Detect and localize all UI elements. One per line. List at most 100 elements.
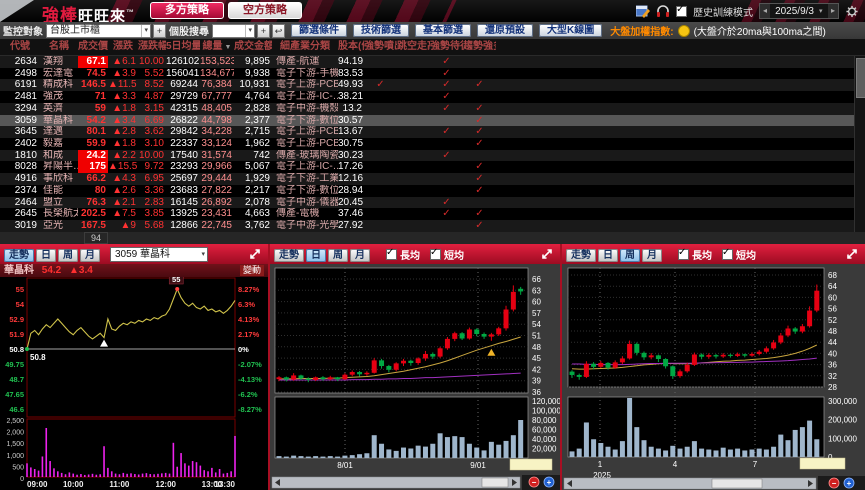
short-strategy-button[interactable]: 空方策略 <box>228 2 302 19</box>
svg-text:44: 44 <box>828 338 837 347</box>
column-header[interactable]: 名稱 <box>40 39 78 55</box>
tab-week-panel2[interactable]: 周 <box>328 249 348 262</box>
tab-week-panel1[interactable]: 周 <box>58 249 78 262</box>
cell-total-volume: 48,405 <box>201 102 232 114</box>
table-row[interactable]: 3294 英濟 59 ▲1.8 3.15 42315 48,405 2,828 電子中游-機殼 1… <box>0 102 865 115</box>
tab-day-panel2[interactable]: 日 <box>306 249 326 262</box>
date-picker[interactable]: ◂ 2025/9/3 ▾ ▸ <box>759 3 839 19</box>
tab-trend-panel1[interactable]: 走勢 <box>4 249 34 262</box>
svg-text:0%: 0% <box>238 345 249 354</box>
table-row[interactable]: 3019 亞光 167.5 ▲9 5.68 12866 22,745 3,762 電子中游-光學… <box>0 220 865 232</box>
column-header[interactable]: 漲跌幅 <box>138 39 166 55</box>
date-value[interactable]: 2025/9/3 <box>770 6 819 17</box>
column-header[interactable]: 強勢待行 <box>430 39 463 55</box>
table-row[interactable]: 1810 和成 24.2 ▲2.2 10.00 17540 31,574 742 傳產-玻璃陶瓷… <box>0 149 865 162</box>
monitor-target-select[interactable]: 台股上市櫃 ▾ <box>46 23 151 38</box>
tab-trend-panel3[interactable]: 走勢 <box>566 249 596 262</box>
table-row[interactable]: 2634 漢翔 67.1 ▲6.1 10.00 126102 153,523 9,895 傳產-… <box>0 56 865 68</box>
tab-day-panel3[interactable]: 日 <box>598 249 618 262</box>
expand-icon[interactable] <box>540 247 554 261</box>
tab-month-panel3[interactable]: 月 <box>642 249 662 262</box>
table-row[interactable]: 2645 長榮航太202.5 ▲7.5 3.85 1392523,431 4,663 傳產-… <box>0 208 865 221</box>
cell-name: 盟立 <box>43 196 63 208</box>
cell-code: 2645 <box>14 208 37 220</box>
toolbar-button-2[interactable]: 基本篩選 <box>415 24 471 37</box>
svg-text:09:00: 09:00 <box>27 480 48 489</box>
cell-change: ▲15.5 <box>108 161 138 173</box>
toolbar-button-3[interactable]: 還原預設 <box>477 24 533 37</box>
date-prev-button[interactable]: ◂ <box>760 4 771 18</box>
date-next-button[interactable]: ▸ <box>828 4 838 18</box>
chevron-down-icon[interactable]: ▾ <box>201 248 207 261</box>
table-vertical-scrollbar[interactable] <box>854 56 865 232</box>
ma-checkbox-option[interactable]: 長均 <box>386 247 420 262</box>
column-header[interactable]: 細產業分類 <box>272 39 338 55</box>
tab-trend-panel2[interactable]: 走勢 <box>274 249 304 262</box>
column-header[interactable]: 成交金額(百萬) <box>234 39 272 55</box>
column-header[interactable]: 成交價 <box>78 39 108 55</box>
expand-icon[interactable] <box>845 247 859 261</box>
ma-checkbox-option[interactable]: 短均 <box>430 247 464 262</box>
table-row[interactable]: 8028 昇陽半…175▲15.5 9.72 2329329,966 5,067 電子上游… <box>0 161 865 174</box>
history-mode-checkbox[interactable] <box>676 4 688 17</box>
stock-search-input[interactable]: ▾ <box>212 23 255 38</box>
toolbar-button-1[interactable]: 技術篩選 <box>353 24 409 37</box>
table-row[interactable]: 3645 達邁 80.1 ▲2.8 3.62 29842 34,228 2,715 電子上游-P… <box>0 126 865 139</box>
scrollbar-handle[interactable] <box>856 58 865 98</box>
weekly-panel-header: 走勢日周月 長均 短均 <box>562 244 865 264</box>
column-header[interactable]: 總量 ▼ <box>200 39 234 55</box>
table-header[interactable]: 代號名稱成交價漲跌漲跌幅5日均量總量▼成交金額(百萬)細產業分類股本(億)強勢噴… <box>0 39 865 56</box>
monitor-add-button[interactable]: + <box>153 23 166 38</box>
column-header[interactable]: 強勢噴出 <box>364 39 397 55</box>
checkbox-icon[interactable] <box>430 247 441 260</box>
column-header[interactable]: 漲跌 <box>108 39 138 55</box>
tab-week-panel3[interactable]: 周 <box>620 249 640 262</box>
column-header[interactable]: 趨勢強多 <box>463 39 496 55</box>
checkbox-icon[interactable] <box>678 247 689 260</box>
tab-month-panel2[interactable]: 月 <box>350 249 370 262</box>
cell-capital: 17.26 <box>338 161 364 173</box>
column-header[interactable]: 代號 <box>0 39 40 55</box>
column-header[interactable]: 5日均量 <box>166 39 200 55</box>
svg-text:52.9: 52.9 <box>9 315 24 324</box>
report-icon[interactable] <box>635 5 651 18</box>
toolbar-button-4[interactable]: 大型K線圖 <box>539 24 603 37</box>
search-add-button[interactable]: + <box>257 23 270 38</box>
svg-text:500: 500 <box>12 464 24 471</box>
table-row[interactable]: 2402 毅嘉 59.9 ▲1.8 3.10 22337 33,124 1,962 電子上游-P… <box>0 138 865 150</box>
stock-select-dropdown[interactable]: 3059 華晶科 ▾ <box>110 246 208 262</box>
headset-icon[interactable] <box>656 4 670 18</box>
intraday-change-label: 變動 <box>239 265 264 276</box>
table-row[interactable]: 2481 強茂 71 ▲3.3 4.87 29729 67,777 4,764 電子上游-IC-… <box>0 91 865 103</box>
table-row[interactable]: 6191 精成科 146.5 ▲11.5 8.52 69244 76,384 10,931 電子… <box>0 79 865 92</box>
chevron-down-icon[interactable]: ▾ <box>245 24 254 37</box>
column-header[interactable]: 跳空走高 <box>397 39 430 55</box>
checkbox-icon[interactable] <box>386 247 397 260</box>
date-dropdown-icon[interactable]: ▾ <box>819 7 828 15</box>
cell-change-pct: 2.83 <box>144 196 164 208</box>
index-label: 大盤加權指數: <box>610 27 674 38</box>
svg-text:12:00: 12:00 <box>156 480 177 489</box>
table-row[interactable]: 2498 宏達電 74.5 ▲3.9 5.52 156041 134,677 9,938 電子下… <box>0 67 865 80</box>
table-row[interactable]: 4916 事欣科 66.2 ▲4.3 6.95 25697 29,444 1,929 電子下游-… <box>0 173 865 185</box>
chevron-down-icon[interactable]: ▾ <box>141 24 150 37</box>
table-row[interactable]: 2374 佳能 80 ▲2.6 3.36 2368327,822 2,217 電子下游-數位…… <box>0 184 865 197</box>
tab-day-panel1[interactable]: 日 <box>36 249 56 262</box>
ma-checkbox-option[interactable]: 長均 <box>678 247 712 262</box>
toolbar-button-0[interactable]: 篩選條件 <box>291 24 347 37</box>
daily-kline-chart[interactable]: 66 63 60 57 54 51 48 45 42 39 36 120,000 100,000 80,0… <box>270 264 567 490</box>
weekly-kline-chart[interactable]: 68 64 60 56 52 48 44 40 36 32 28 300,000 200,000 100,… <box>562 264 865 490</box>
table-row[interactable]: 3059 華晶科 54.2 ▲3.4 6.69 26822 44,798 2,377 電子下游-… <box>0 114 865 127</box>
search-reset-button[interactable]: ↩ <box>272 23 285 38</box>
expand-icon[interactable] <box>248 247 262 261</box>
intraday-price: 54.2 <box>41 265 62 276</box>
ma-checkbox-option[interactable]: 短均 <box>722 247 756 262</box>
cell-change-pct: 8.52 <box>144 79 164 91</box>
checkbox-icon[interactable] <box>722 247 733 260</box>
long-strategy-button[interactable]: 多方策略 <box>150 2 224 19</box>
table-row[interactable]: 2464 盟立 76.3 ▲2.1 2.83 16145 26,892 2,078 電子中游-儀… <box>0 196 865 209</box>
column-header[interactable]: 股本(億) <box>338 39 364 55</box>
intraday-chart[interactable]: 華晶科 54.2 ▲3.4 變動 55 8.27% 54 6.3% 52.9 4.13% 5… <box>0 264 268 490</box>
gear-icon[interactable] <box>845 5 859 18</box>
tab-month-panel1[interactable]: 月 <box>80 249 100 262</box>
